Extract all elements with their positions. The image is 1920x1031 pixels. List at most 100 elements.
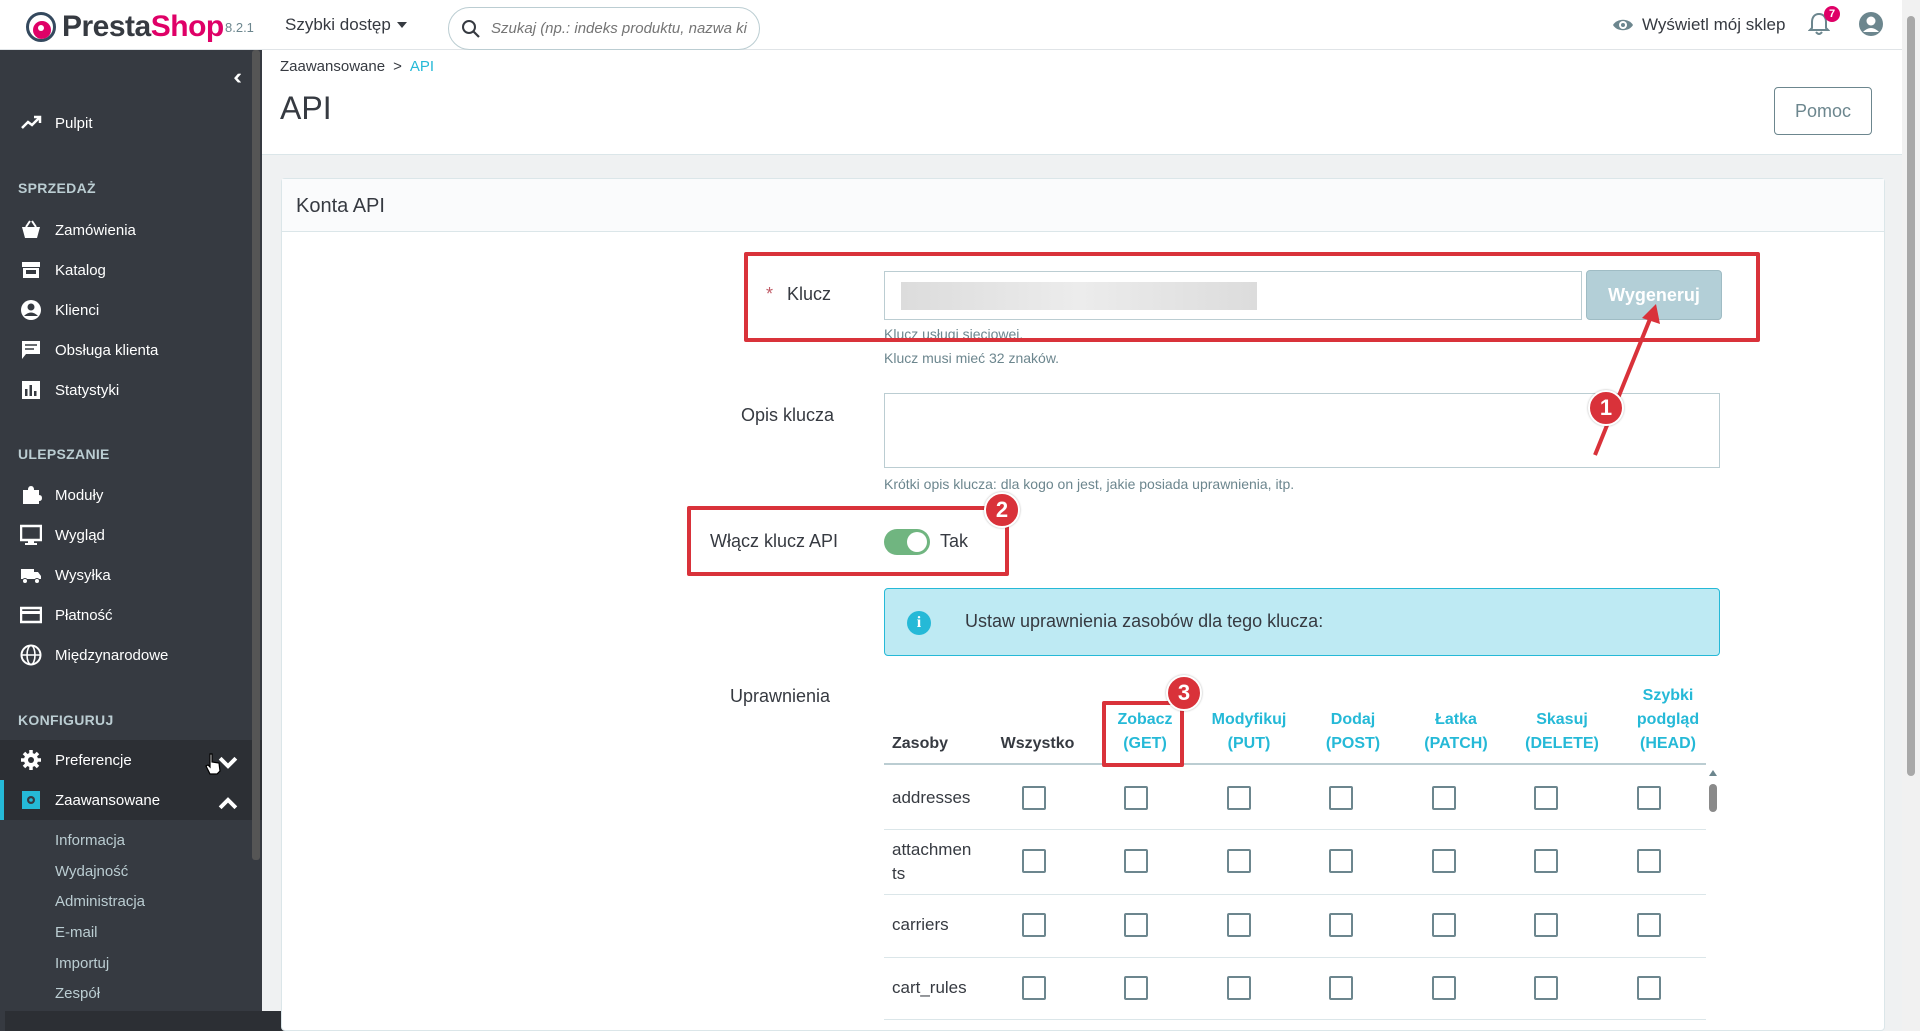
section-sales: SPRZEDAŻ: [18, 180, 96, 196]
submenu-item-import[interactable]: Importuj: [55, 955, 109, 972]
sidebar-item-international[interactable]: Międzynarodowe: [0, 635, 262, 675]
user-avatar-icon: [1859, 12, 1883, 36]
sidebar-item-orders[interactable]: Zamówienia: [0, 210, 262, 250]
user-menu-button[interactable]: [1858, 11, 1884, 42]
breadcrumb-current[interactable]: API: [410, 58, 434, 75]
page-scrollbar[interactable]: [1902, 0, 1920, 1031]
sidebar-item-label: Obsługa klienta: [55, 341, 159, 359]
sidebar-item-stats[interactable]: Statystyki: [0, 370, 262, 410]
col-header-post[interactable]: Dodaj (POST): [1310, 708, 1396, 756]
checkbox-cart-rules-get[interactable]: [1124, 976, 1148, 1000]
section-improve: ULEPSZANIE: [18, 446, 110, 462]
checkbox-addresses-all[interactable]: [1022, 786, 1046, 810]
search-box[interactable]: [448, 7, 760, 50]
col-header-patch-line1: Łatka: [1435, 711, 1477, 728]
checkbox-addresses-post[interactable]: [1329, 786, 1353, 810]
store-icon: [22, 262, 40, 278]
sidebar-item-customers[interactable]: Klienci: [0, 290, 262, 330]
view-shop-link[interactable]: Wyświetl mój sklep: [1612, 15, 1785, 35]
sidebar-item-payment[interactable]: Płatność: [0, 595, 262, 635]
scroll-up-arrow-icon[interactable]: [1709, 770, 1717, 776]
checkbox-attachments-patch[interactable]: [1432, 849, 1456, 873]
checkbox-carriers-patch[interactable]: [1432, 913, 1456, 937]
checkbox-cart-rules-head[interactable]: [1637, 976, 1661, 1000]
quick-access-label: Szybki dostęp: [285, 15, 391, 34]
table-scroll-thumb[interactable]: [1709, 784, 1717, 812]
help-button[interactable]: Pomoc: [1774, 87, 1872, 135]
collapse-sidebar-icon[interactable]: ‹‹: [233, 64, 241, 90]
checkbox-addresses-get[interactable]: [1124, 786, 1148, 810]
submenu-item-information[interactable]: Informacja: [55, 832, 125, 849]
credit-card-icon: [20, 606, 42, 624]
breadcrumb-parent[interactable]: Zaawansowane: [280, 58, 385, 75]
info-text: Ustaw uprawnienia zasobów dla tego klucz…: [965, 611, 1324, 631]
checkbox-carriers-get[interactable]: [1124, 913, 1148, 937]
col-header-patch[interactable]: Łatka (PATCH): [1406, 708, 1506, 756]
table-scrollbar[interactable]: [1706, 770, 1720, 1031]
sidebar-item-label: Zaawansowane: [55, 791, 161, 809]
col-header-delete-line1: Skasuj: [1536, 711, 1588, 728]
sidebar-item-label: Wygląd: [55, 526, 105, 544]
col-header-head-line2: podgląd: [1636, 711, 1700, 728]
annotation-number: 3: [1166, 675, 1202, 711]
logo-text: PrestaShop: [62, 10, 224, 43]
checkbox-attachments-get[interactable]: [1124, 849, 1148, 873]
breadcrumb: Zaawansowane > API: [280, 58, 434, 75]
checkbox-attachments-post[interactable]: [1329, 849, 1353, 873]
checkbox-carriers-head[interactable]: [1637, 913, 1661, 937]
submenu-item-performance[interactable]: Wydajność: [55, 863, 128, 880]
eye-icon: [1613, 19, 1633, 31]
checkbox-carriers-all[interactable]: [1022, 913, 1046, 937]
search-input[interactable]: [491, 20, 751, 37]
sidebar-item-dashboard[interactable]: Pulpit: [0, 103, 262, 143]
sidebar-item-customer-service[interactable]: Obsługa klienta: [0, 330, 262, 370]
page-scroll-thumb[interactable]: [1907, 16, 1915, 776]
sidebar-item-modules[interactable]: Moduły: [0, 475, 262, 515]
sidebar-item-design[interactable]: Wygląd: [0, 515, 262, 555]
col-header-delete[interactable]: Skasuj (DELETE): [1510, 708, 1614, 756]
sidebar-item-shipping[interactable]: Wysyłka: [0, 555, 262, 595]
sidebar-scrollbar[interactable]: [252, 50, 260, 860]
sidebar-item-catalog[interactable]: Katalog: [0, 250, 262, 290]
permissions-label: Uprawnienia: [730, 686, 831, 706]
checkbox-cart-rules-patch[interactable]: [1432, 976, 1456, 1000]
checkbox-addresses-delete[interactable]: [1534, 786, 1558, 810]
col-header-patch-line2: (PATCH): [1424, 735, 1488, 752]
col-header-put[interactable]: Modyfikuj (PUT): [1196, 708, 1302, 756]
basket-icon: [22, 220, 40, 238]
col-header-put-line1: Modyfikuj: [1211, 711, 1287, 728]
checkbox-attachments-all[interactable]: [1022, 849, 1046, 873]
sidebar-item-label: Klienci: [55, 301, 100, 319]
checkbox-attachments-put[interactable]: [1227, 849, 1251, 873]
checkbox-cart-rules-all[interactable]: [1022, 976, 1046, 1000]
checkbox-cart-rules-post[interactable]: [1329, 976, 1353, 1000]
checkbox-carriers-delete[interactable]: [1534, 913, 1558, 937]
quick-access-dropdown[interactable]: Szybki dostęp: [285, 15, 407, 35]
breadcrumb-separator: >: [393, 58, 402, 75]
row-divider: [884, 894, 1706, 895]
checkbox-addresses-put[interactable]: [1227, 786, 1251, 810]
sidebar-item-label: Moduły: [55, 486, 104, 504]
chat-icon: [22, 341, 40, 359]
checkbox-carriers-put[interactable]: [1227, 913, 1251, 937]
trend-icon: [21, 115, 42, 129]
submenu-item-team[interactable]: Zespół: [55, 985, 100, 1002]
checkbox-cart-rules-put[interactable]: [1227, 976, 1251, 1000]
col-header-head[interactable]: Szybki podgląd (HEAD): [1620, 684, 1716, 756]
submenu-item-administration[interactable]: Administracja: [55, 893, 145, 910]
sidebar-item-label: Płatność: [55, 606, 113, 624]
checkbox-addresses-head[interactable]: [1637, 786, 1661, 810]
row-resource-attachments: attachmen ts: [892, 838, 987, 886]
sidebar-item-advanced[interactable]: Zaawansowane: [0, 780, 262, 820]
col-header-post-line2: (POST): [1325, 735, 1381, 752]
checkbox-cart-rules-delete[interactable]: [1534, 976, 1558, 1000]
checkbox-attachments-delete[interactable]: [1534, 849, 1558, 873]
globe-icon: [20, 644, 42, 666]
prestashop-logo[interactable]: PrestaShop: [26, 10, 224, 44]
info-icon: i: [907, 611, 931, 635]
checkbox-attachments-head[interactable]: [1637, 849, 1661, 873]
checkbox-carriers-post[interactable]: [1329, 913, 1353, 937]
col-header-all[interactable]: Wszystko: [990, 732, 1085, 756]
checkbox-addresses-patch[interactable]: [1432, 786, 1456, 810]
submenu-item-email[interactable]: E-mail: [55, 924, 98, 941]
